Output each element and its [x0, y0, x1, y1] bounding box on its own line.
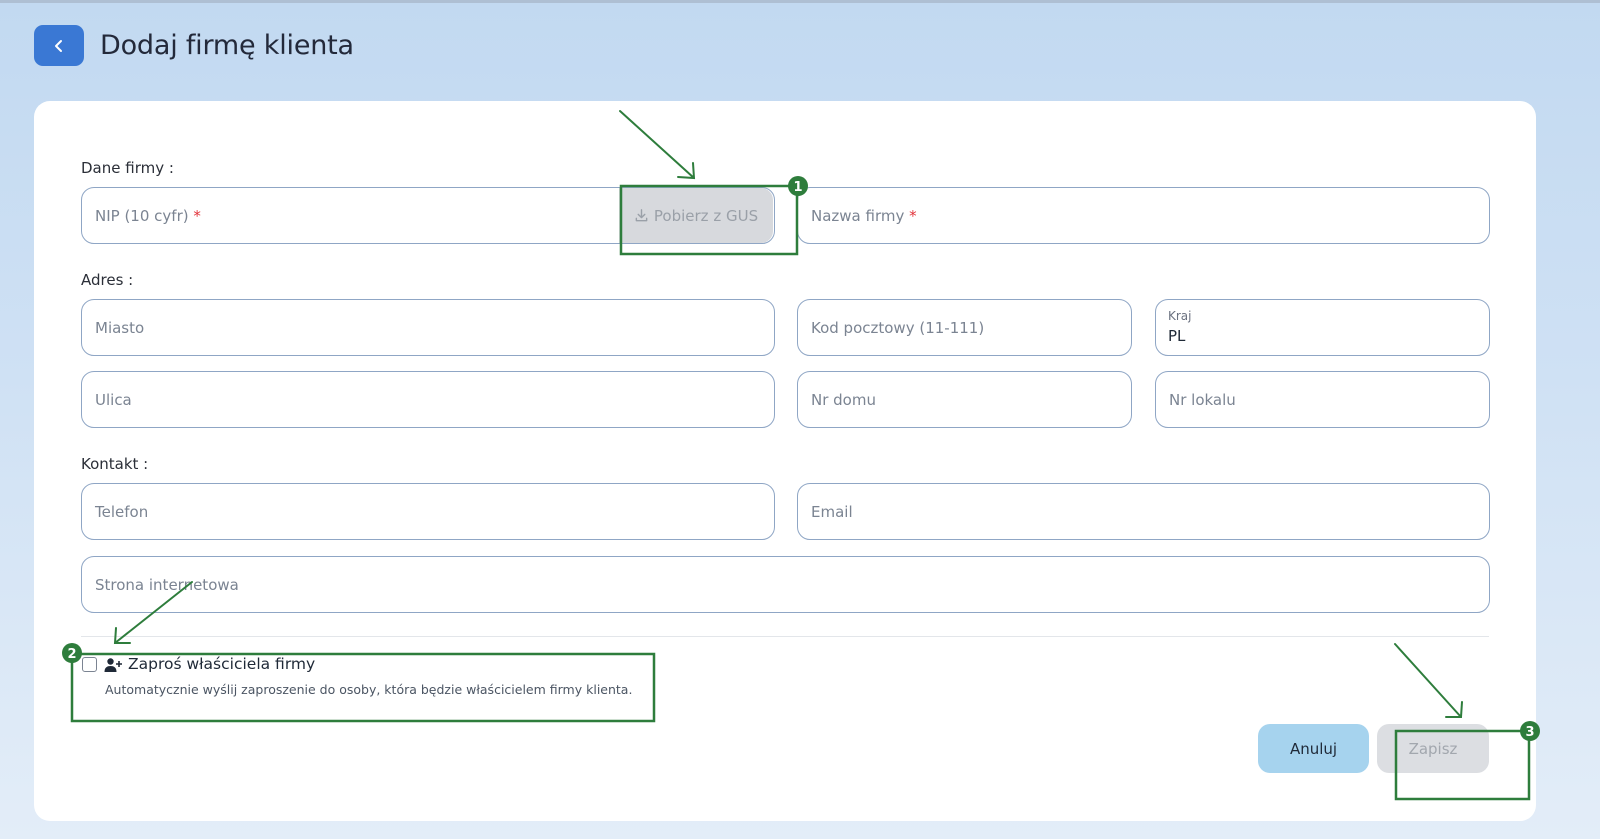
fetch-gus-label: Pobierz z GUS	[653, 206, 759, 225]
company-name-placeholder: Nazwa firmy *	[811, 207, 917, 225]
country-label: Kraj	[1168, 309, 1192, 323]
company-section-label: Dane firmy :	[81, 159, 174, 177]
form-card: Dane firmy : NIP (10 cyfr) * Pobierz z G…	[34, 101, 1536, 821]
apartment-number-placeholder: Nr lokalu	[1169, 391, 1236, 409]
top-border	[0, 0, 1600, 3]
back-button[interactable]	[34, 25, 84, 66]
house-number-field[interactable]: Nr domu	[797, 371, 1132, 428]
invite-owner-label[interactable]: Zaproś właściciela firmy	[128, 655, 315, 673]
email-field[interactable]: Email	[797, 483, 1490, 540]
postal-code-placeholder: Kod pocztowy (11-111)	[811, 319, 985, 337]
street-field[interactable]: Ulica	[81, 371, 775, 428]
country-field[interactable]: Kraj PL	[1155, 299, 1490, 356]
fetch-gus-button[interactable]: Pobierz z GUS	[619, 188, 773, 243]
phone-placeholder: Telefon	[95, 503, 149, 521]
company-name-field[interactable]: Nazwa firmy *	[797, 187, 1490, 244]
apartment-number-field[interactable]: Nr lokalu	[1155, 371, 1490, 428]
cancel-button[interactable]: Anuluj	[1258, 724, 1369, 773]
country-value: PL	[1168, 327, 1186, 345]
page-title: Dodaj firmę klienta	[100, 30, 354, 61]
divider	[81, 636, 1489, 637]
nip-placeholder: NIP (10 cyfr) *	[95, 207, 201, 225]
house-number-placeholder: Nr domu	[811, 391, 876, 409]
phone-field[interactable]: Telefon	[81, 483, 775, 540]
street-placeholder: Ulica	[95, 391, 132, 409]
save-button[interactable]: Zapisz	[1377, 724, 1489, 773]
website-placeholder: Strona internetowa	[95, 576, 239, 594]
user-plus-icon	[104, 658, 122, 672]
city-field[interactable]: Miasto	[81, 299, 775, 356]
website-field[interactable]: Strona internetowa	[81, 556, 1490, 613]
address-section-label: Adres :	[81, 271, 134, 289]
city-placeholder: Miasto	[95, 319, 145, 337]
chevron-left-icon	[55, 39, 62, 52]
email-placeholder: Email	[811, 503, 853, 521]
contact-section-label: Kontakt :	[81, 455, 149, 473]
postal-code-field[interactable]: Kod pocztowy (11-111)	[797, 299, 1132, 356]
download-icon	[635, 209, 648, 222]
invite-owner-description: Automatycznie wyślij zaproszenie do osob…	[105, 682, 633, 697]
invite-owner-checkbox[interactable]	[82, 657, 97, 672]
